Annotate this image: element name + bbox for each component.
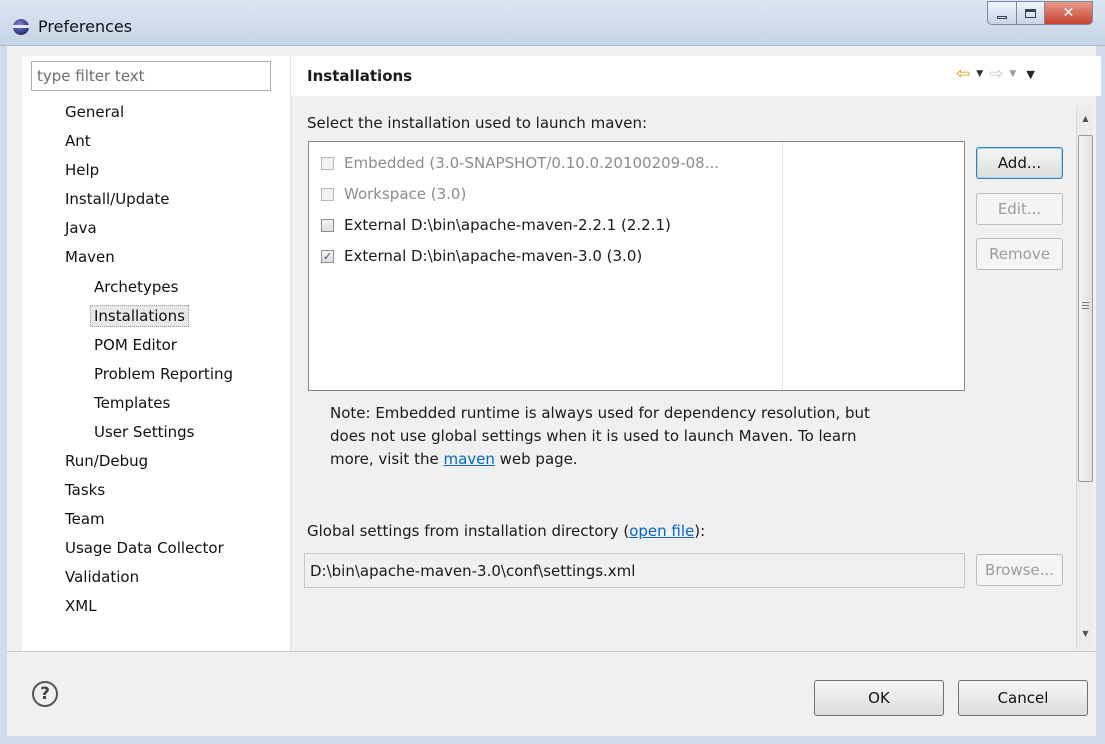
remove-button[interactable]: Remove <box>976 238 1063 270</box>
title-bar: Preferences ✕ <box>0 0 1105 46</box>
installation-checkbox[interactable] <box>321 187 334 201</box>
tree-item-java[interactable]: Java <box>65 218 97 238</box>
close-button[interactable]: ✕ <box>1045 1 1093 25</box>
tree-item-templates[interactable]: Templates <box>94 393 170 413</box>
tree-item-maven[interactable]: Maven <box>65 247 115 267</box>
note-text: web page. <box>494 450 578 468</box>
scroll-up-icon[interactable]: ▲ <box>1077 110 1094 127</box>
tree-item-help[interactable]: Help <box>65 160 99 180</box>
note-text: more, visit the <box>330 450 444 468</box>
installation-row-maven-3-0[interactable]: ✓ External D:\bin\apache-maven-3.0 (3.0) <box>321 247 642 265</box>
tree-item-general[interactable]: General <box>65 102 124 122</box>
help-icon[interactable]: ? <box>32 681 58 707</box>
scroll-grip-icon <box>1082 302 1089 309</box>
open-file-link[interactable]: open file <box>629 522 694 540</box>
label-text: ): <box>694 522 706 540</box>
embedded-runtime-note: Note: Embedded runtime is always used fo… <box>330 402 970 471</box>
view-menu-icon[interactable]: ▼ <box>1026 68 1034 81</box>
installation-label: Workspace (3.0) <box>344 185 467 203</box>
filter-input[interactable] <box>31 61 271 91</box>
minimize-button[interactable] <box>987 1 1017 25</box>
tree-item-archetypes[interactable]: Archetypes <box>94 277 178 297</box>
scroll-down-icon[interactable]: ▼ <box>1077 625 1094 642</box>
window-controls: ✕ <box>987 1 1093 25</box>
tree-item-user-settings[interactable]: User Settings <box>94 422 194 442</box>
note-line: Note: Embedded runtime is always used fo… <box>330 404 870 422</box>
tree-item-team[interactable]: Team <box>65 509 105 529</box>
panel-sash[interactable] <box>290 56 292 651</box>
ok-button[interactable]: OK <box>814 680 944 716</box>
back-dropdown-icon[interactable]: ▼ <box>976 69 983 79</box>
tree-item-usage-data-collector[interactable]: Usage Data Collector <box>65 538 224 558</box>
installation-checkbox[interactable] <box>321 218 334 232</box>
add-button[interactable]: Add... <box>976 147 1063 179</box>
tree-item-tasks[interactable]: Tasks <box>65 480 105 500</box>
window-title: Preferences <box>38 17 133 36</box>
installation-label: External D:\bin\apache-maven-3.0 (3.0) <box>344 247 643 265</box>
tree-item-run-debug[interactable]: Run/Debug <box>65 451 148 471</box>
global-settings-label: Global settings from installation direct… <box>307 522 705 540</box>
note-line: more, visit the maven web page. <box>330 448 970 471</box>
minimize-icon <box>997 15 1007 19</box>
forward-dropdown-icon[interactable]: ▼ <box>1009 69 1016 79</box>
tree-item-install-update[interactable]: Install/Update <box>65 189 170 209</box>
select-installation-label: Select the installation used to launch m… <box>307 114 648 132</box>
edit-button[interactable]: Edit... <box>976 193 1063 225</box>
tree-item-problem-reporting[interactable]: Problem Reporting <box>94 364 233 384</box>
installation-row-workspace[interactable]: Workspace (3.0) <box>321 185 466 203</box>
installation-row-maven-2-2-1[interactable]: External D:\bin\apache-maven-2.2.1 (2.2.… <box>321 216 671 234</box>
column-divider <box>782 142 783 390</box>
global-settings-path-field: D:\bin\apache-maven-3.0\conf\settings.xm… <box>304 553 965 588</box>
forward-arrow-icon[interactable]: ⇨ <box>989 64 1003 84</box>
tree-item-validation[interactable]: Validation <box>65 567 139 587</box>
close-icon: ✕ <box>1062 5 1075 21</box>
tree-item-xml[interactable]: XML <box>65 596 97 616</box>
page-navigation: ⇦ ▼ ⇨ ▼ ▼ <box>956 64 1035 84</box>
footer-separator <box>7 651 1096 652</box>
tree-item-ant[interactable]: Ant <box>65 131 91 151</box>
maximize-button[interactable] <box>1017 1 1045 25</box>
page-title: Installations <box>307 67 413 85</box>
label-text: Global settings from installation direct… <box>307 522 630 540</box>
back-arrow-icon[interactable]: ⇦ <box>956 64 970 84</box>
tree-item-installations[interactable]: Installations <box>90 305 189 327</box>
installation-checkbox[interactable] <box>321 156 334 170</box>
installation-label: External D:\bin\apache-maven-2.2.1 (2.2.… <box>344 216 671 234</box>
installation-row-embedded[interactable]: Embedded (3.0-SNAPSHOT/0.10.0.20100209-0… <box>321 154 719 172</box>
installations-table[interactable]: Embedded (3.0-SNAPSHOT/0.10.0.20100209-0… <box>308 141 965 391</box>
eclipse-icon <box>13 19 29 35</box>
checkmark-icon: ✓ <box>322 249 333 263</box>
note-line: does not use global settings when it is … <box>330 427 857 445</box>
maximize-icon <box>1025 8 1036 18</box>
tree-item-pom-editor[interactable]: POM Editor <box>94 335 177 355</box>
installation-checkbox-checked[interactable]: ✓ <box>321 249 334 263</box>
installation-label: Embedded (3.0-SNAPSHOT/0.10.0.20100209-0… <box>344 154 720 172</box>
cancel-button[interactable]: Cancel <box>958 680 1088 716</box>
browse-button[interactable]: Browse... <box>976 554 1063 586</box>
scroll-thumb[interactable] <box>1078 135 1093 482</box>
maven-link[interactable]: maven <box>443 450 494 468</box>
vertical-scrollbar[interactable]: ▲ ▼ <box>1076 106 1093 650</box>
